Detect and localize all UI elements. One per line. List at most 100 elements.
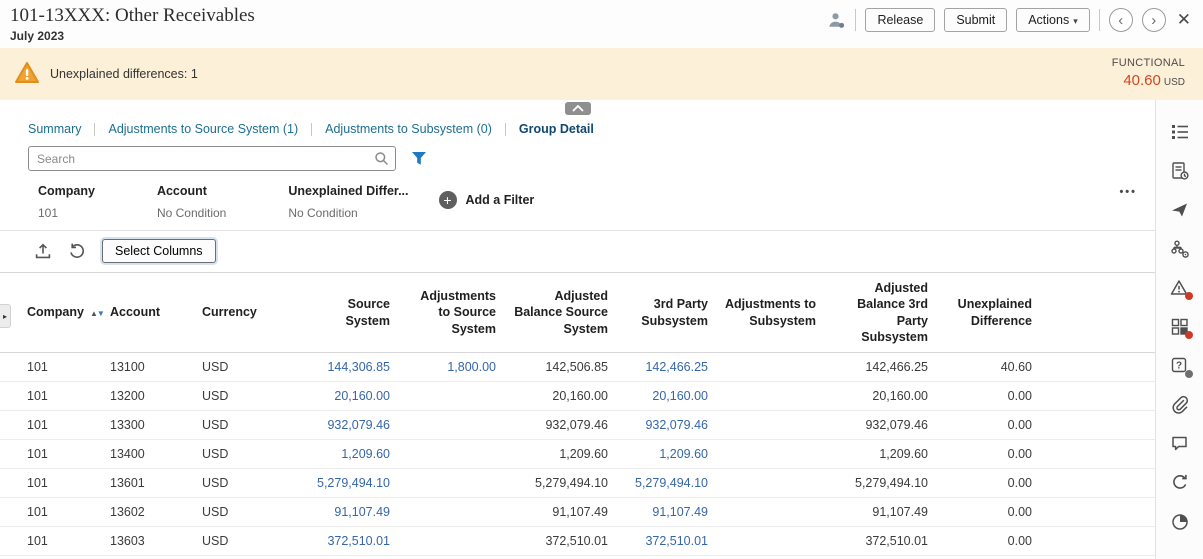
expand-panel-button[interactable]: ▸ xyxy=(0,304,11,328)
cell-company: 101 xyxy=(0,527,102,556)
cell-source-system[interactable]: 372,510.01 xyxy=(298,527,398,556)
search-icon[interactable] xyxy=(374,151,389,166)
cell-third-party[interactable]: 5,279,494.10 xyxy=(616,469,716,498)
cell-adj-bal-third: 932,079.46 xyxy=(824,411,936,440)
actions-menu-button[interactable]: Actions▾ xyxy=(1016,8,1090,32)
cell-third-party[interactable]: 1,209.60 xyxy=(616,440,716,469)
page-header: 101-13XXX: Other Receivables July 2023 R… xyxy=(0,0,1203,48)
cell-company: 101 xyxy=(0,440,102,469)
cell-adj-source xyxy=(398,440,504,469)
next-button[interactable]: › xyxy=(1142,8,1166,32)
table-row[interactable]: 10113602USD91,107.4991,107.4991,107.4991… xyxy=(0,498,1155,527)
export-icon[interactable] xyxy=(34,242,52,260)
add-filter-button[interactable]: + Add a Filter xyxy=(439,191,535,209)
chevron-right-icon: › xyxy=(1151,13,1156,28)
add-filter-label: Add a Filter xyxy=(466,193,535,207)
close-icon[interactable]: ✕ xyxy=(1177,10,1191,30)
history-icon[interactable] xyxy=(1170,512,1190,532)
cell-adj-bal-third: 372,510.01 xyxy=(824,527,936,556)
table-body: 10113100USD144,306.851,800.00142,506.851… xyxy=(0,353,1155,556)
overflow-menu-icon[interactable]: ••• xyxy=(1119,186,1137,198)
col-third-party-subsystem[interactable]: 3rd Party Subsystem xyxy=(616,273,716,353)
tab-group-detail[interactable]: Group Detail xyxy=(519,122,594,136)
questions-icon[interactable]: ? xyxy=(1170,356,1190,376)
sort-desc-icon: ▼ xyxy=(97,309,104,318)
comments-icon[interactable] xyxy=(1170,434,1190,454)
tab-adjustments-source[interactable]: Adjustments to Source System (1) xyxy=(108,122,298,136)
cell-third-party[interactable]: 932,079.46 xyxy=(616,411,716,440)
attachments-icon[interactable] xyxy=(1170,395,1190,415)
alerts-icon[interactable] xyxy=(1170,278,1190,298)
col-account[interactable]: Account xyxy=(102,273,194,353)
col-currency[interactable]: Currency xyxy=(194,273,298,353)
cell-adj-subsystem xyxy=(716,498,824,527)
functional-balance: FUNCTIONAL 40.60USD xyxy=(1112,56,1185,91)
cell-source-system[interactable]: 932,079.46 xyxy=(298,411,398,440)
filter-account[interactable]: Account No Condition xyxy=(157,184,226,220)
cell-adj-source xyxy=(398,469,504,498)
col-adjustments-source[interactable]: Adjustments to Source System xyxy=(398,273,504,353)
row-spacer xyxy=(1040,469,1155,498)
cell-third-party[interactable]: 142,466.25 xyxy=(616,353,716,382)
properties-icon[interactable] xyxy=(1170,122,1190,142)
cell-adj-bal-third: 20,160.00 xyxy=(824,382,936,411)
tab-summary[interactable]: Summary xyxy=(28,122,81,136)
tab-adjustments-subsystem[interactable]: Adjustments to Subsystem (0) xyxy=(325,122,492,136)
col-unexplained-difference[interactable]: Unexplained Difference xyxy=(936,273,1040,353)
header-actions: Release Submit Actions▾ ‹ › ✕ xyxy=(826,8,1191,32)
col-company[interactable]: Company▲▼ xyxy=(0,273,102,353)
cell-currency: USD xyxy=(194,353,298,382)
refresh-icon[interactable] xyxy=(68,242,86,260)
prior-reconciliations-icon[interactable] xyxy=(1170,473,1190,493)
table-row[interactable]: 10113100USD144,306.851,800.00142,506.851… xyxy=(0,353,1155,382)
filter-unexplained-difference[interactable]: Unexplained Differ... No Condition xyxy=(288,184,408,220)
questions-badge xyxy=(1185,370,1193,378)
filter-funnel-icon[interactable] xyxy=(411,151,427,166)
col-source-system[interactable]: Source System xyxy=(298,273,398,353)
table-row[interactable]: 10113400USD1,209.601,209.601,209.601,209… xyxy=(0,440,1155,469)
cell-adj-bal-third: 1,209.60 xyxy=(824,440,936,469)
cell-third-party[interactable]: 372,510.01 xyxy=(616,527,716,556)
collapse-banner-button[interactable] xyxy=(565,102,591,115)
submit-button[interactable]: Submit xyxy=(944,8,1007,32)
sort-icons[interactable]: ▲▼ xyxy=(90,309,104,318)
cell-source-system[interactable]: 91,107.49 xyxy=(298,498,398,527)
table-row[interactable]: 10113300USD932,079.46932,079.46932,079.4… xyxy=(0,411,1155,440)
table-row[interactable]: 10113603USD372,510.01372,510.01372,510.0… xyxy=(0,527,1155,556)
filter-company[interactable]: Company 101 xyxy=(38,184,95,220)
cell-adj-bal-third: 91,107.49 xyxy=(824,498,936,527)
svg-text:?: ? xyxy=(1175,361,1181,372)
col-spacer xyxy=(1040,273,1155,353)
previous-button[interactable]: ‹ xyxy=(1109,8,1133,32)
row-spacer xyxy=(1040,527,1155,556)
organization-icon[interactable] xyxy=(1170,239,1190,259)
cell-adj-bal-source: 91,107.49 xyxy=(504,498,616,527)
cell-third-party[interactable]: 20,160.00 xyxy=(616,382,716,411)
user-icon[interactable] xyxy=(826,10,846,30)
filter-value: 101 xyxy=(38,206,95,220)
table-row[interactable]: 10113200USD20,160.0020,160.0020,160.0020… xyxy=(0,382,1155,411)
attributes-badge xyxy=(1185,331,1193,339)
cell-source-system[interactable]: 20,160.00 xyxy=(298,382,398,411)
table-row[interactable]: 10113601USD5,279,494.105,279,494.105,279… xyxy=(0,469,1155,498)
search-row xyxy=(28,146,1139,171)
col-adjusted-balance-third-party[interactable]: Adjusted Balance 3rd Party Subsystem xyxy=(824,273,936,353)
col-adjustments-subsystem[interactable]: Adjustments to Subsystem xyxy=(716,273,824,353)
filter-value: No Condition xyxy=(288,206,408,220)
col-adjusted-balance-source[interactable]: Adjusted Balance Source System xyxy=(504,273,616,353)
cell-adj-source[interactable]: 1,800.00 xyxy=(398,353,504,382)
release-button[interactable]: Release xyxy=(865,8,935,32)
instructions-icon[interactable] xyxy=(1170,161,1190,181)
plus-icon: + xyxy=(439,191,457,209)
workflow-icon[interactable] xyxy=(1170,200,1190,220)
cell-source-system[interactable]: 1,209.60 xyxy=(298,440,398,469)
cell-unexplained: 0.00 xyxy=(936,440,1040,469)
period-subtitle: July 2023 xyxy=(10,29,255,43)
select-columns-button[interactable]: Select Columns xyxy=(102,239,216,263)
cell-source-system[interactable]: 5,279,494.10 xyxy=(298,469,398,498)
search-input[interactable] xyxy=(28,146,396,171)
attributes-icon[interactable] xyxy=(1170,317,1190,337)
cell-third-party[interactable]: 91,107.49 xyxy=(616,498,716,527)
cell-source-system[interactable]: 144,306.85 xyxy=(298,353,398,382)
collapse-strip xyxy=(0,100,1155,114)
